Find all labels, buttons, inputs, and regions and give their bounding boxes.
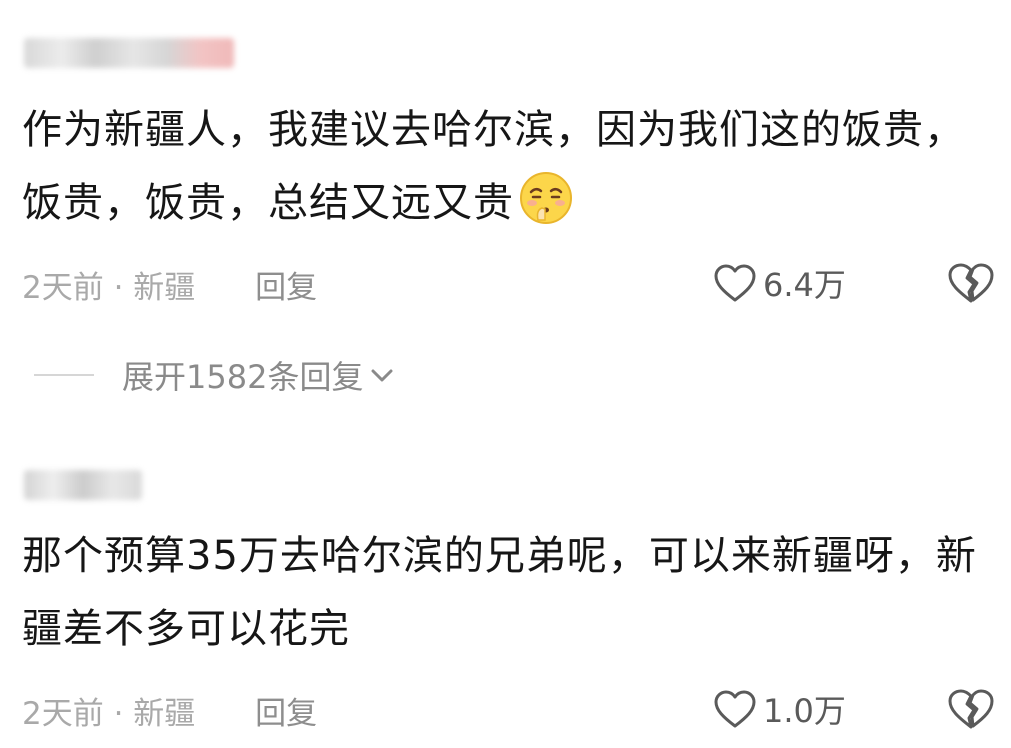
shushing-sad-face-emoji-icon <box>518 170 574 250</box>
reply-button[interactable]: 回复 <box>255 696 317 732</box>
expand-replies-label: 展开1582条回复 <box>122 358 364 396</box>
heart-outline-icon <box>714 690 756 728</box>
like-button[interactable]: 1.0万 <box>713 686 846 732</box>
comment-location: · 新疆 <box>113 696 196 732</box>
broken-heart-icon <box>948 263 994 303</box>
comment-text: 作为新疆人，我建议去哈尔滨，因为我们这的饭贵，饭贵，饭贵，总结又远又贵 <box>22 94 997 250</box>
reply-button[interactable]: 回复 <box>255 270 317 306</box>
comment-time: 2天前 <box>22 270 104 306</box>
like-count: 1.0万 <box>763 692 846 730</box>
comment-text: 那个预算35万去哈尔滨的兄弟呢，可以来新疆呀，新疆差不多可以花完 <box>22 520 997 666</box>
like-button[interactable]: 6.4万 <box>713 260 846 306</box>
expand-replies-button[interactable]: 展开1582条回复 <box>34 352 395 398</box>
comment-body: 那个预算35万去哈尔滨的兄弟呢，可以来新疆呀，新疆差不多可以花完 <box>22 533 977 652</box>
chevron-down-icon <box>371 369 393 382</box>
comment-meta: 2天前 · 新疆 回复 <box>22 688 317 733</box>
like-count: 6.4万 <box>763 266 846 304</box>
comment-meta: 2天前 · 新疆 回复 <box>22 262 317 307</box>
divider-line <box>34 374 94 376</box>
dislike-button[interactable] <box>946 687 996 735</box>
comment-list: 作为新疆人，我建议去哈尔滨，因为我们这的饭贵，饭贵，饭贵，总结又远又贵 2天前 … <box>0 0 1011 748</box>
broken-heart-icon <box>948 689 994 729</box>
comment-location: · 新疆 <box>113 270 196 306</box>
username-blurred[interactable] <box>24 470 142 500</box>
dislike-button[interactable] <box>946 261 996 309</box>
comment-body: 作为新疆人，我建议去哈尔滨，因为我们这的饭贵，饭贵，饭贵，总结又远又贵 <box>22 107 965 226</box>
username-blurred[interactable] <box>24 38 234 68</box>
comment-time: 2天前 <box>22 696 104 732</box>
heart-outline-icon <box>714 264 756 302</box>
